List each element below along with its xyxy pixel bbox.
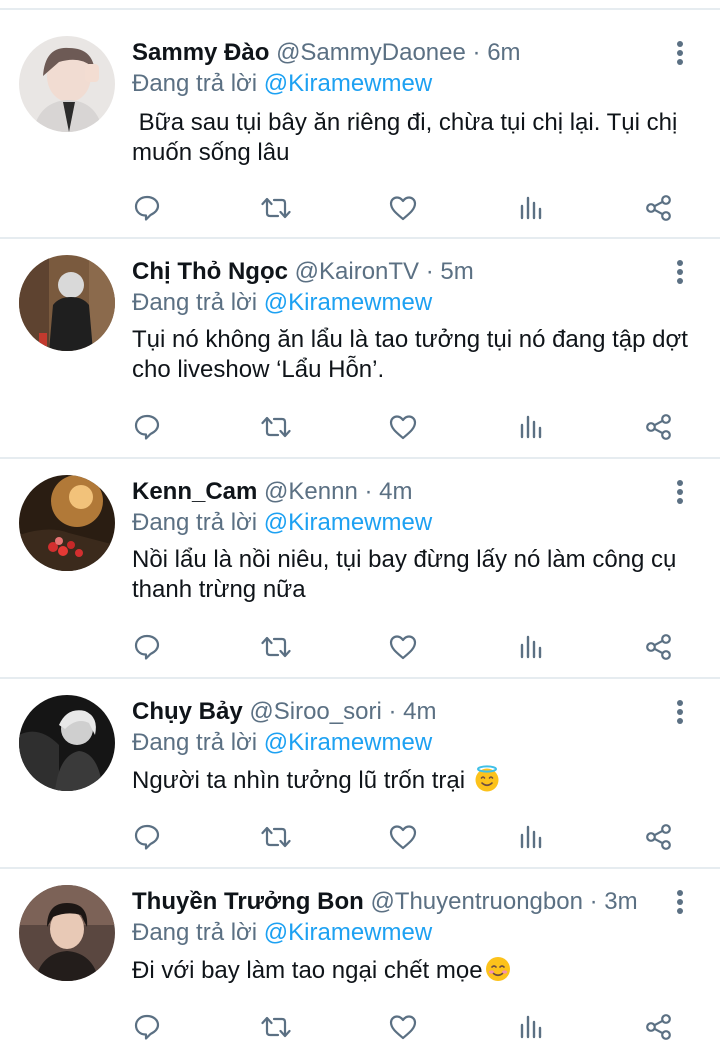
replying-to: Đang trả lời @Kiramewmew <box>132 288 432 318</box>
author-name[interactable]: Chị Thỏ Ngọc <box>132 258 288 285</box>
analytics-icon[interactable] <box>513 629 549 665</box>
replying-to: Đang trả lời @Kiramewmew <box>132 69 432 99</box>
mention-link[interactable]: @Kiramewmew <box>264 509 432 536</box>
author-handle[interactable]: @SammyDaonee <box>276 39 466 66</box>
smiling-face-icon <box>484 955 512 983</box>
retweet-icon[interactable] <box>258 190 294 226</box>
tweet-text: Đi với bay làm tao ngại chết mọe <box>132 955 698 986</box>
tweet-header: Sammy Đào @SammyDaonee · 6m <box>132 38 660 68</box>
author-handle[interactable]: @KaironTV <box>295 258 419 285</box>
tweet-text-content: Nồi lẩu là nồi niêu, tụi bay đừng lấy nó… <box>132 546 684 603</box>
timestamp[interactable]: 5m <box>440 258 473 285</box>
smiling-face-with-halo-icon <box>473 765 501 793</box>
tweet[interactable]: Chị Thỏ Ngọc @KaironTV · 5m Đang trả lời… <box>0 239 720 459</box>
mention-link[interactable]: @Kiramewmew <box>264 729 432 756</box>
timestamp[interactable]: 4m <box>379 478 412 505</box>
tweet-actions <box>0 819 720 859</box>
author-name[interactable]: Kenn_Cam <box>132 478 257 505</box>
share-icon[interactable] <box>641 819 677 855</box>
author-name[interactable]: Thuyền Trưởng Bon <box>132 888 364 915</box>
tweet[interactable]: Thuyền Trưởng Bon @Thuyentruongbon · 3m … <box>0 869 720 1052</box>
avatar[interactable] <box>19 255 115 351</box>
more-icon[interactable] <box>670 38 690 68</box>
like-icon[interactable] <box>385 629 421 665</box>
tweet-text: Bữa sau tụi bây ăn riêng đi, chừa tụi ch… <box>132 108 698 168</box>
analytics-icon[interactable] <box>513 190 549 226</box>
avatar[interactable] <box>19 475 115 571</box>
reply-feed[interactable]: Sammy Đào @SammyDaonee · 6m Đang trả lời… <box>0 10 720 1052</box>
mention-link[interactable]: @Kiramewmew <box>264 289 432 316</box>
reply-icon[interactable] <box>129 819 165 855</box>
retweet-icon[interactable] <box>258 1009 294 1045</box>
tweet-actions <box>0 1009 720 1049</box>
tweet-text: Người ta nhìn tưởng lũ trốn trại <box>132 765 698 796</box>
separator: · <box>364 478 373 505</box>
tweet-text-content: Người ta nhìn tưởng lũ trốn trại <box>132 767 472 794</box>
like-icon[interactable] <box>385 409 421 445</box>
timestamp[interactable]: 6m <box>487 39 520 66</box>
more-icon[interactable] <box>670 697 690 727</box>
more-icon[interactable] <box>670 887 690 917</box>
replying-to-label: Đang trả lời <box>132 919 258 946</box>
avatar[interactable] <box>19 885 115 981</box>
tweet-header: Thuyền Trưởng Bon @Thuyentruongbon · 3m <box>132 887 660 917</box>
timestamp[interactable]: 3m <box>604 888 637 915</box>
share-icon[interactable] <box>641 190 677 226</box>
separator: · <box>425 258 434 285</box>
reply-icon[interactable] <box>129 190 165 226</box>
tweet-text-content: Tụi nó không ăn lẩu là tao tưởng tụi nó … <box>132 326 695 383</box>
reply-icon[interactable] <box>129 1009 165 1045</box>
tweet-actions <box>0 190 720 230</box>
reply-icon[interactable] <box>129 629 165 665</box>
tweet-header: Kenn_Cam @Kennn · 4m <box>132 477 660 507</box>
author-name[interactable]: Sammy Đào <box>132 39 269 66</box>
tweet-actions <box>0 409 720 449</box>
avatar[interactable] <box>19 36 115 132</box>
analytics-icon[interactable] <box>513 1009 549 1045</box>
separator: · <box>388 698 397 725</box>
tweet-text-content: Bữa sau tụi bây ăn riêng đi, chừa tụi ch… <box>132 109 684 166</box>
replying-to: Đang trả lời @Kiramewmew <box>132 918 432 948</box>
replying-to: Đang trả lời @Kiramewmew <box>132 728 432 758</box>
author-handle[interactable]: @Siroo_sori <box>249 698 381 725</box>
tweet-header: Chị Thỏ Ngọc @KaironTV · 5m <box>132 257 660 287</box>
author-handle[interactable]: @Thuyentruongbon <box>370 888 583 915</box>
retweet-icon[interactable] <box>258 819 294 855</box>
reply-icon[interactable] <box>129 409 165 445</box>
share-icon[interactable] <box>641 409 677 445</box>
replying-to: Đang trả lời @Kiramewmew <box>132 508 432 538</box>
replying-to-label: Đang trả lời <box>132 509 258 536</box>
analytics-icon[interactable] <box>513 819 549 855</box>
like-icon[interactable] <box>385 1009 421 1045</box>
like-icon[interactable] <box>385 819 421 855</box>
separator: · <box>472 39 481 66</box>
share-icon[interactable] <box>641 1009 677 1045</box>
replying-to-label: Đang trả lời <box>132 289 258 316</box>
replying-to-label: Đang trả lời <box>132 70 258 97</box>
tweet[interactable]: Kenn_Cam @Kennn · 4m Đang trả lời @Kiram… <box>0 459 720 679</box>
mention-link[interactable]: @Kiramewmew <box>264 70 432 97</box>
author-name[interactable]: Chụy Bảy <box>132 698 243 725</box>
like-icon[interactable] <box>385 190 421 226</box>
avatar[interactable] <box>19 695 115 791</box>
separator: · <box>589 888 598 915</box>
author-handle[interactable]: @Kennn <box>264 478 358 505</box>
tweet-text: Tụi nó không ăn lẩu là tao tưởng tụi nó … <box>132 325 698 385</box>
retweet-icon[interactable] <box>258 409 294 445</box>
analytics-icon[interactable] <box>513 409 549 445</box>
tweet-text-content: Đi với bay làm tao ngại chết mọe <box>132 957 483 984</box>
replying-to-label: Đang trả lời <box>132 729 258 756</box>
tweet[interactable]: Sammy Đào @SammyDaonee · 6m Đang trả lời… <box>0 10 720 239</box>
more-icon[interactable] <box>670 477 690 507</box>
tweet-actions <box>0 629 720 669</box>
more-icon[interactable] <box>670 257 690 287</box>
tweet-header: Chụy Bảy @Siroo_sori · 4m <box>132 697 660 727</box>
mention-link[interactable]: @Kiramewmew <box>264 919 432 946</box>
tweet-text: Nồi lẩu là nồi niêu, tụi bay đừng lấy nó… <box>132 545 698 605</box>
retweet-icon[interactable] <box>258 629 294 665</box>
share-icon[interactable] <box>641 629 677 665</box>
timestamp[interactable]: 4m <box>403 698 436 725</box>
tweet[interactable]: Chụy Bảy @Siroo_sori · 4m Đang trả lời @… <box>0 679 720 869</box>
